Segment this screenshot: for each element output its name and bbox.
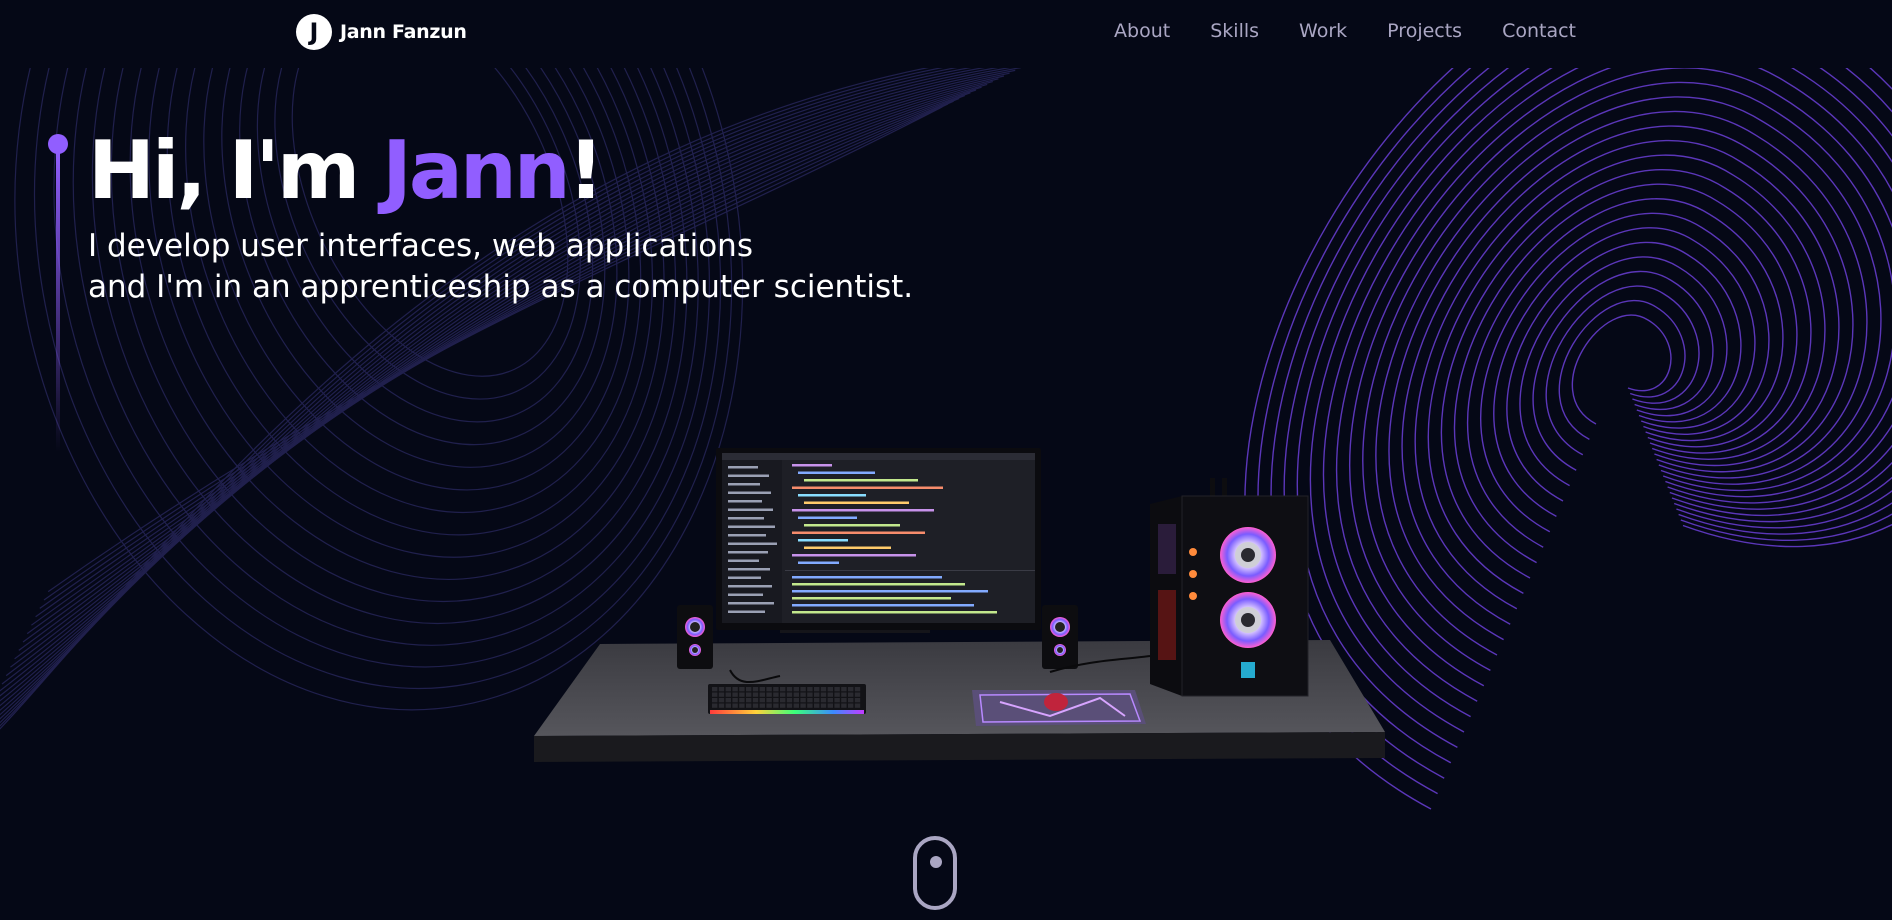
keyboard: [708, 684, 866, 714]
nav-link-contact[interactable]: Contact: [1502, 20, 1576, 42]
brand-name: Jann Fanzun: [340, 21, 467, 43]
mouse-scroll-icon: [930, 856, 942, 868]
nav-link-work[interactable]: Work: [1299, 20, 1347, 42]
nav-link-about[interactable]: About: [1114, 20, 1170, 42]
hero-subtitle: I develop user interfaces, web applicati…: [88, 226, 988, 308]
pc-tower: [1150, 478, 1309, 697]
nav-menu: About Skills Work Projects Contact: [1114, 20, 1576, 42]
scroll-down-button[interactable]: [913, 836, 957, 910]
mouse-pad: [972, 690, 1146, 726]
hero-name: Jann: [382, 124, 571, 217]
monitor: [716, 448, 1041, 633]
desk-setup-3d-model[interactable]: [530, 440, 1390, 780]
logo-link[interactable]: J Jann Fanzun: [296, 14, 467, 50]
hero-subtitle-line-1: I develop user interfaces, web applicati…: [88, 228, 753, 264]
hero-subtitle-line-2: and I'm in an apprenticeship as a comput…: [88, 269, 914, 305]
j-logo-icon: J: [296, 14, 332, 50]
navbar: J Jann Fanzun About Skills Work Projects…: [0, 0, 1892, 68]
hero-exclaim: !: [567, 124, 605, 217]
speaker-right: [1042, 605, 1078, 669]
nav-link-projects[interactable]: Projects: [1387, 20, 1462, 42]
hero-timeline-line: [56, 152, 60, 452]
nav-link-skills[interactable]: Skills: [1210, 20, 1259, 42]
hero-title: Hi, I'm Jann!: [88, 130, 604, 212]
hero-greeting: Hi, I'm: [88, 124, 383, 217]
hero-timeline-dot: [48, 134, 68, 154]
speaker-left: [677, 605, 713, 669]
